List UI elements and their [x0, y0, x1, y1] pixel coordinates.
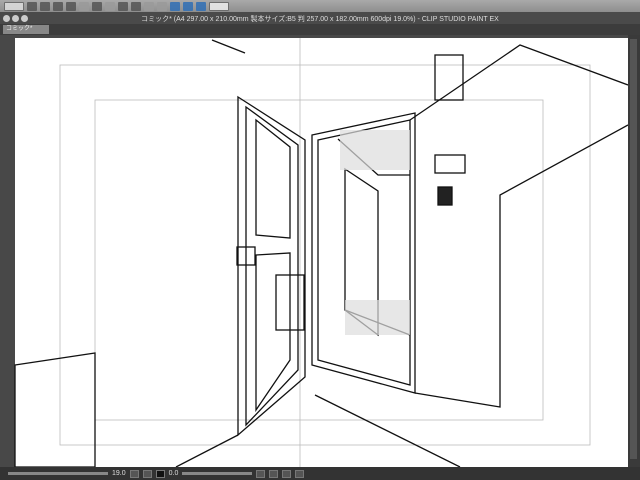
- rotate-left-icon[interactable]: [256, 469, 266, 478]
- clip-studio-menu-icon[interactable]: [4, 1, 24, 11]
- rotation-slider[interactable]: [182, 472, 253, 475]
- redo-icon[interactable]: [79, 1, 89, 11]
- toolbar: [0, 0, 640, 12]
- new-file-icon[interactable]: [27, 1, 37, 11]
- vertical-scrollbar[interactable]: [628, 35, 640, 467]
- close-icon[interactable]: [3, 14, 10, 22]
- undo-icon[interactable]: [66, 1, 76, 11]
- status-bar: 19.0 0.0: [0, 467, 640, 480]
- disabled-icon-2[interactable]: [157, 1, 167, 11]
- rotate-right-icon[interactable]: [269, 469, 279, 478]
- scrollbar-thumb[interactable]: [630, 39, 637, 459]
- rotation-value[interactable]: 0.0: [169, 470, 179, 477]
- canvas-drawing[interactable]: [0, 35, 628, 467]
- maximize-icon[interactable]: [21, 14, 28, 22]
- flip-horizontal-icon[interactable]: [282, 469, 292, 478]
- title-bar: コミック* (A4 297.00 x 210.00mm 製本サイズ:B5 判 2…: [0, 12, 640, 24]
- canvas-area[interactable]: [0, 35, 628, 467]
- zoom-value[interactable]: 19.0: [112, 470, 126, 477]
- tab-bar: コミック*: [0, 24, 640, 35]
- fill-icon[interactable]: [118, 1, 128, 11]
- select-icon[interactable]: [105, 1, 115, 11]
- window-title: コミック* (A4 297.00 x 210.00mm 製本サイズ:B5 判 2…: [141, 16, 499, 23]
- transform-icon[interactable]: [92, 1, 102, 11]
- snap-grid-icon[interactable]: [196, 1, 206, 11]
- fit-icon[interactable]: [155, 469, 165, 478]
- flip-vertical-icon[interactable]: [295, 469, 305, 478]
- save-icon[interactable]: [53, 1, 63, 11]
- minimize-icon[interactable]: [12, 14, 19, 22]
- open-file-icon[interactable]: [40, 1, 50, 11]
- snap-special-ruler-icon[interactable]: [183, 1, 193, 11]
- tab-comic[interactable]: コミック*: [3, 25, 49, 34]
- zoom-in-icon[interactable]: [142, 469, 152, 478]
- zoom-out-icon[interactable]: [129, 469, 139, 478]
- disabled-icon[interactable]: [144, 1, 154, 11]
- help-icon[interactable]: [209, 1, 229, 11]
- crop-icon[interactable]: [131, 1, 141, 11]
- snap-ruler-icon[interactable]: [170, 1, 180, 11]
- zoom-slider[interactable]: [8, 472, 108, 475]
